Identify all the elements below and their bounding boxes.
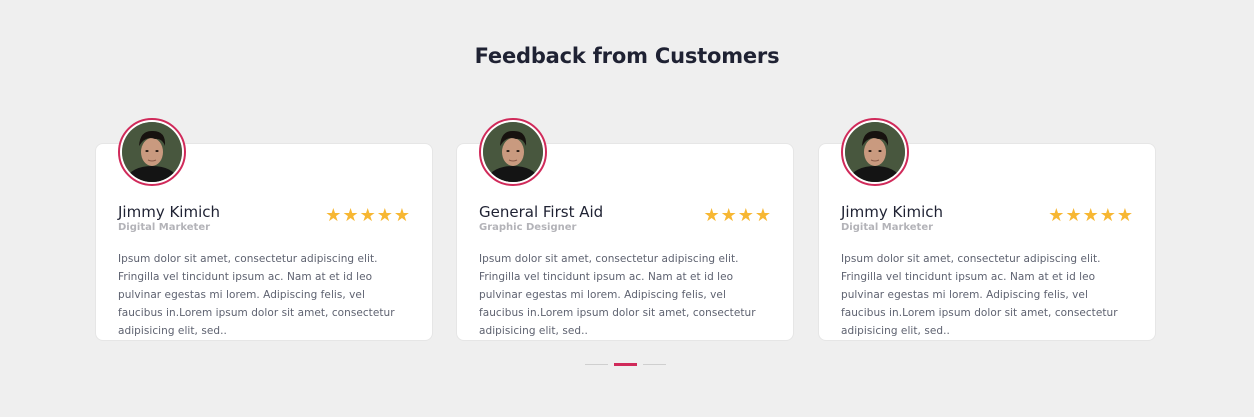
avatar xyxy=(841,118,909,186)
rating-stars: ★ ★ ★ ★ xyxy=(703,207,771,225)
star-icon: ★ xyxy=(1099,205,1116,226)
star-icon: ★ xyxy=(1048,205,1065,226)
avatar xyxy=(118,118,186,186)
testimonial-card: General First Aid Graphic Designer ★ ★ ★ ★ … xyxy=(456,118,794,341)
star-icon: ★ xyxy=(325,205,342,226)
star-icon: ★ xyxy=(393,205,410,226)
star-icon: ★ xyxy=(1082,205,1099,226)
star-icon: ★ xyxy=(1116,205,1133,226)
carousel-pagination xyxy=(585,363,666,366)
customer-name: Jimmy Kimich xyxy=(118,203,220,221)
testimonial-card: Jimmy Kimich Digital Marketer ★ ★ ★ ★ ★ Ipsu… xyxy=(818,118,1156,341)
rating-stars: ★ ★ ★ ★ ★ xyxy=(325,207,410,225)
carousel-dot[interactable] xyxy=(585,364,608,365)
customer-role: Digital Marketer xyxy=(118,222,211,233)
testimonial-text: Ipsum dolor sit amet, consectetur adipis… xyxy=(479,253,756,337)
star-icon: ★ xyxy=(1065,205,1082,226)
customer-name: General First Aid xyxy=(479,203,604,221)
star-icon: ★ xyxy=(737,205,754,226)
avatar xyxy=(479,118,547,186)
star-icon: ★ xyxy=(342,205,359,226)
rating-stars: ★ ★ ★ ★ ★ xyxy=(1048,207,1133,225)
star-icon: ★ xyxy=(754,205,771,226)
customer-role: Graphic Designer xyxy=(479,222,577,233)
star-icon: ★ xyxy=(703,205,720,226)
testimonials-section: Feedback from Customers Jimmy Kimich Dig… xyxy=(0,0,1254,417)
star-icon: ★ xyxy=(720,205,737,226)
star-icon: ★ xyxy=(359,205,376,226)
carousel-dot[interactable] xyxy=(614,363,637,366)
testimonial-text: Ipsum dolor sit amet, consectetur adipis… xyxy=(118,253,395,337)
testimonial-text: Ipsum dolor sit amet, consectetur adipis… xyxy=(841,253,1118,337)
customer-name: Jimmy Kimich xyxy=(841,203,943,221)
star-icon: ★ xyxy=(376,205,393,226)
testimonial-card: Jimmy Kimich Digital Marketer ★ ★ ★ ★ ★ Ipsu… xyxy=(95,118,433,341)
carousel-dot[interactable] xyxy=(643,364,666,365)
customer-role: Digital Marketer xyxy=(841,222,934,233)
section-title: Feedback from Customers xyxy=(474,44,780,68)
